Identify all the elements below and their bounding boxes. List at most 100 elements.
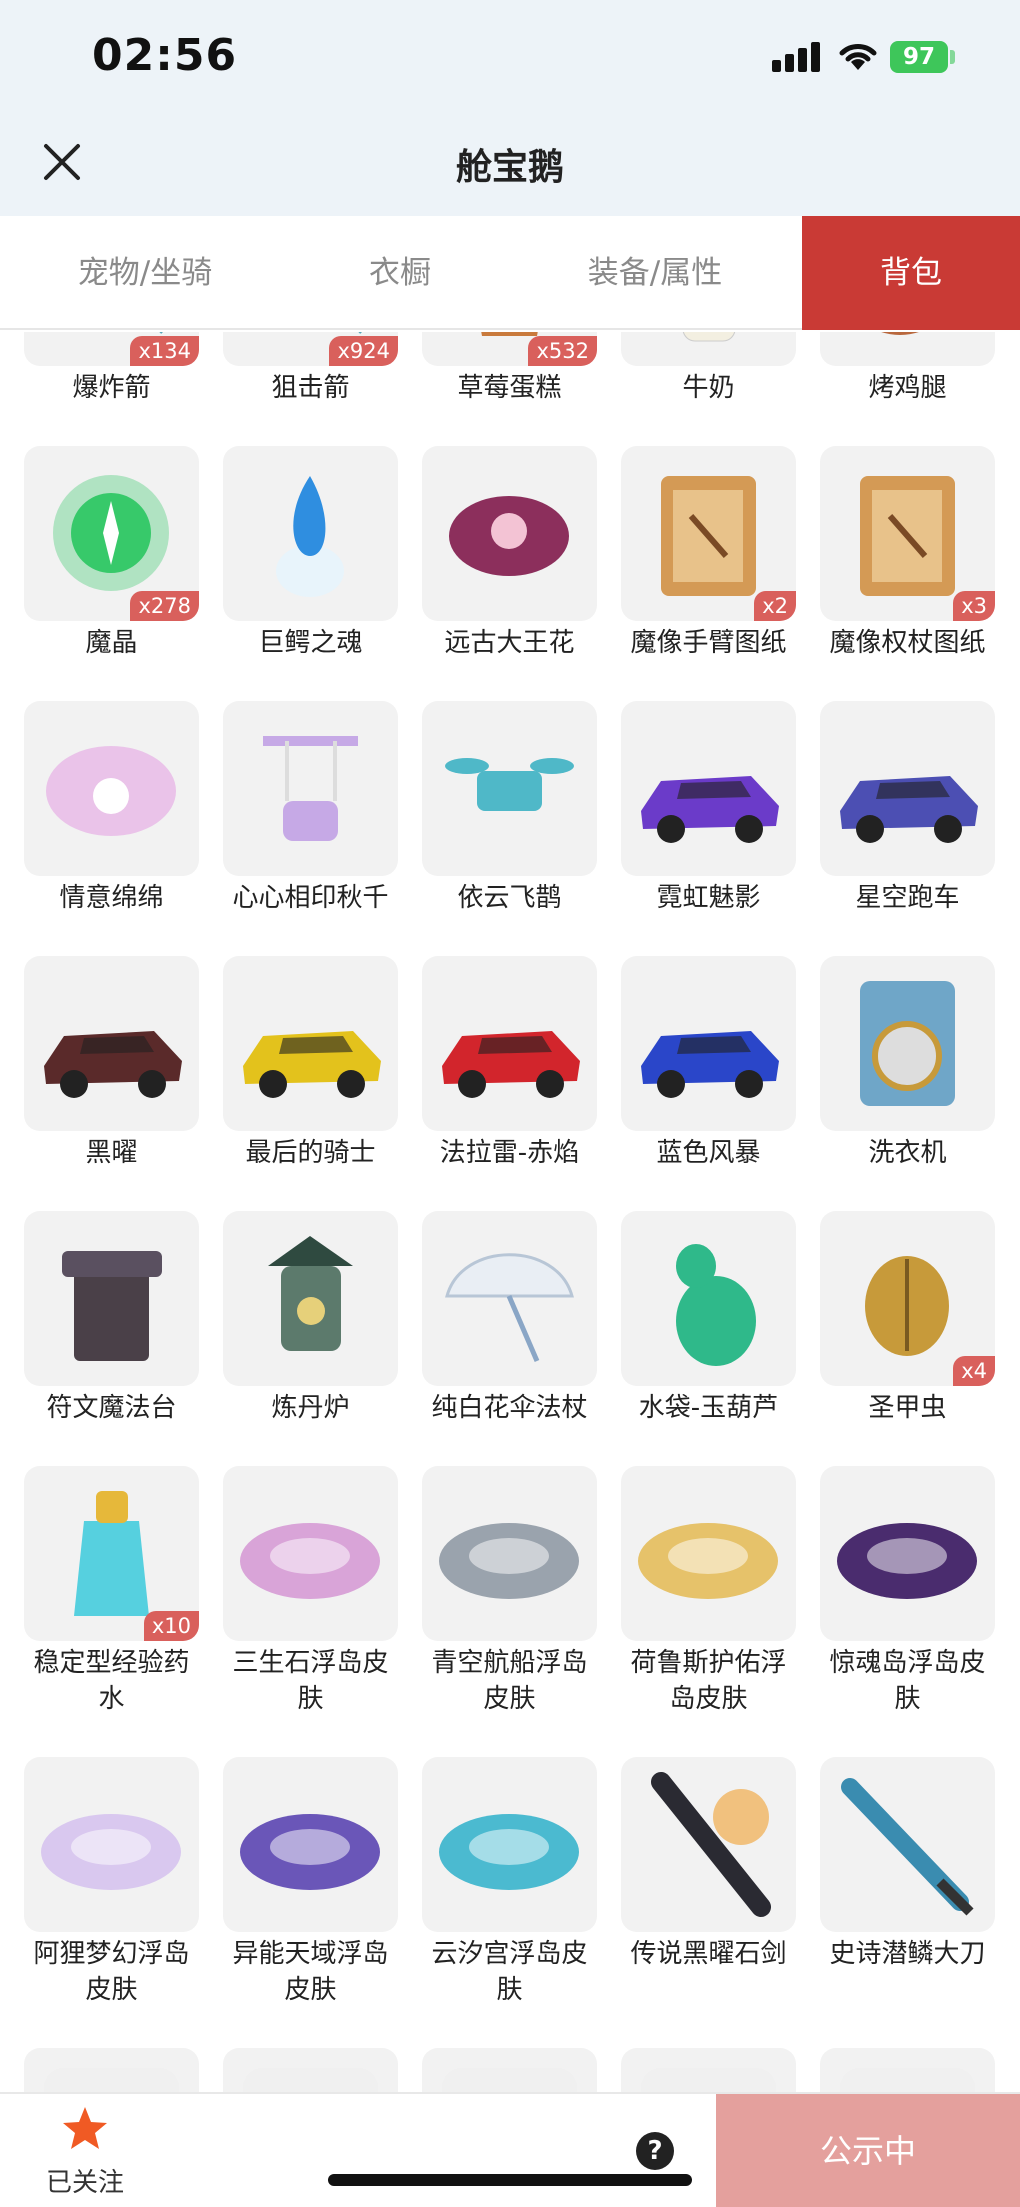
item-card[interactable]	[223, 446, 398, 621]
item-card[interactable]	[820, 1757, 995, 1932]
backpack-grid-viewport[interactable]: x134 爆炸箭 x924 狙击箭 x532 草莓蛋糕 牛奶 烤鸡腿 x278 魔晶 巨鳄之魂 远古大…	[0, 332, 1020, 2092]
item-name: 青空航船浮岛皮肤	[431, 1648, 588, 1714]
backpack-item[interactable]: 蓝色风暴	[621, 956, 796, 1171]
backpack-item[interactable]: x2 魔像手臂图纸	[621, 446, 796, 661]
item-card[interactable]	[422, 1211, 597, 1386]
backpack-item[interactable]: 异能天域浮岛皮肤	[223, 1757, 398, 2008]
item-card[interactable]: x10	[24, 1466, 199, 1641]
item-quantity-badge: x2	[754, 591, 796, 621]
tab-backpack[interactable]: 背包	[802, 216, 1020, 330]
backpack-item[interactable]	[24, 2048, 199, 2092]
star-icon	[63, 2107, 107, 2149]
backpack-item[interactable]: 炼丹炉	[223, 1211, 398, 1426]
item-card[interactable]: x3	[820, 446, 995, 621]
item-card[interactable]	[820, 1466, 995, 1641]
backpack-item[interactable]: x532 草莓蛋糕	[422, 332, 597, 406]
backpack-item[interactable]: 阿狸梦幻浮岛皮肤	[24, 1757, 199, 2008]
backpack-item[interactable]: 星空跑车	[820, 701, 995, 916]
backpack-item[interactable]: 荷鲁斯护佑浮岛皮肤	[621, 1466, 796, 1717]
item-card[interactable]	[820, 2048, 995, 2092]
backpack-item[interactable]: 法拉雷-赤焰	[422, 956, 597, 1171]
item-card[interactable]	[24, 1757, 199, 1932]
item-card[interactable]	[422, 1757, 597, 1932]
item-card[interactable]	[223, 1211, 398, 1386]
backpack-item[interactable]: x278 魔晶	[24, 446, 199, 661]
item-card[interactable]: x532	[422, 332, 597, 366]
item-card[interactable]	[24, 956, 199, 1131]
item-card[interactable]: x4	[820, 1211, 995, 1386]
backpack-item[interactable]: x134 爆炸箭	[24, 332, 199, 406]
backpack-item[interactable]: 云汐宫浮岛皮肤	[422, 1757, 597, 2008]
car-icon	[641, 776, 779, 843]
backpack-item[interactable]: 远古大王花	[422, 446, 597, 661]
item-card[interactable]: x924	[223, 332, 398, 366]
item-card[interactable]	[621, 1757, 796, 1932]
island-icon	[240, 1814, 380, 1890]
backpack-item[interactable]: 符文魔法台	[24, 1211, 199, 1426]
backpack-item[interactable]: 牛奶	[621, 332, 796, 406]
item-name: 狙击箭	[271, 373, 350, 403]
backpack-item[interactable]: 青空航船浮岛皮肤	[422, 1466, 597, 1717]
item-card[interactable]	[422, 956, 597, 1131]
tab-wardrobe[interactable]: 衣橱	[290, 216, 510, 330]
backpack-item[interactable]: 情意绵绵	[24, 701, 199, 916]
backpack-item[interactable]	[223, 2048, 398, 2092]
item-card[interactable]: x134	[24, 332, 199, 366]
backpack-item[interactable]: 烤鸡腿	[820, 332, 995, 406]
backpack-item[interactable]: x10 稳定型经验药水	[24, 1466, 199, 1717]
item-quantity-badge: x10	[143, 1611, 199, 1641]
backpack-item[interactable]: 依云飞鹊	[422, 701, 597, 916]
item-card[interactable]	[223, 1757, 398, 1932]
item-card[interactable]	[422, 1466, 597, 1641]
item-card[interactable]	[24, 1211, 199, 1386]
island-icon	[439, 1523, 579, 1599]
item-card[interactable]	[621, 956, 796, 1131]
item-card[interactable]: x2	[621, 446, 796, 621]
backpack-item[interactable]: x3 魔像权杖图纸	[820, 446, 995, 661]
backpack-item[interactable]: 巨鳄之魂	[223, 446, 398, 661]
item-card[interactable]	[24, 701, 199, 876]
tab-equipment[interactable]: 装备/属性	[510, 216, 800, 330]
backpack-item[interactable]: 史诗潜鳞大刀	[820, 1757, 995, 2008]
backpack-item[interactable]	[422, 2048, 597, 2092]
item-card[interactable]	[422, 701, 597, 876]
item-card[interactable]	[820, 701, 995, 876]
item-card[interactable]	[223, 1466, 398, 1641]
partial-item-icon	[44, 2068, 179, 2092]
item-card[interactable]	[820, 332, 995, 366]
backpack-item[interactable]: 惊魂岛浮岛皮肤	[820, 1466, 995, 1717]
backpack-item[interactable]: 水袋-玉葫芦	[621, 1211, 796, 1426]
item-card[interactable]	[223, 701, 398, 876]
publicity-button[interactable]: 公示中	[716, 2094, 1020, 2207]
item-card[interactable]	[621, 332, 796, 366]
top-bar: 02:56 97 舱宝鹅	[0, 0, 1020, 216]
item-card[interactable]	[24, 2048, 199, 2092]
item-card[interactable]	[223, 956, 398, 1131]
backpack-item[interactable]: 霓虹魅影	[621, 701, 796, 916]
item-card[interactable]	[422, 446, 597, 621]
backpack-item[interactable]	[820, 2048, 995, 2092]
item-card[interactable]	[223, 2048, 398, 2092]
item-card[interactable]	[422, 2048, 597, 2092]
item-card[interactable]: x278	[24, 446, 199, 621]
item-name: 爆炸箭	[72, 373, 151, 403]
backpack-item[interactable]: 纯白花伞法杖	[422, 1211, 597, 1426]
backpack-item[interactable]: 最后的骑士	[223, 956, 398, 1171]
backpack-item[interactable]: 心心相印秋千	[223, 701, 398, 916]
item-card[interactable]	[621, 1466, 796, 1641]
backpack-item[interactable]: 传说黑曜石剑	[621, 1757, 796, 2008]
item-card[interactable]	[621, 701, 796, 876]
backpack-item[interactable]: 黑曜	[24, 956, 199, 1171]
item-card[interactable]	[621, 1211, 796, 1386]
backpack-item[interactable]: 三生石浮岛皮肤	[223, 1466, 398, 1717]
backpack-item[interactable]: 洗衣机	[820, 956, 995, 1171]
help-icon[interactable]: ?	[636, 2132, 674, 2170]
tab-pets-mounts[interactable]: 宠物/坐骑	[0, 216, 290, 330]
backpack-item[interactable]: x4 圣甲虫	[820, 1211, 995, 1426]
backpack-item[interactable]: x924 狙击箭	[223, 332, 398, 406]
backpack-item[interactable]	[621, 2048, 796, 2092]
follow-button[interactable]: 已关注	[40, 2104, 130, 2204]
item-name: 巨鳄之魂	[258, 628, 363, 658]
item-card[interactable]	[621, 2048, 796, 2092]
item-card[interactable]	[820, 956, 995, 1131]
